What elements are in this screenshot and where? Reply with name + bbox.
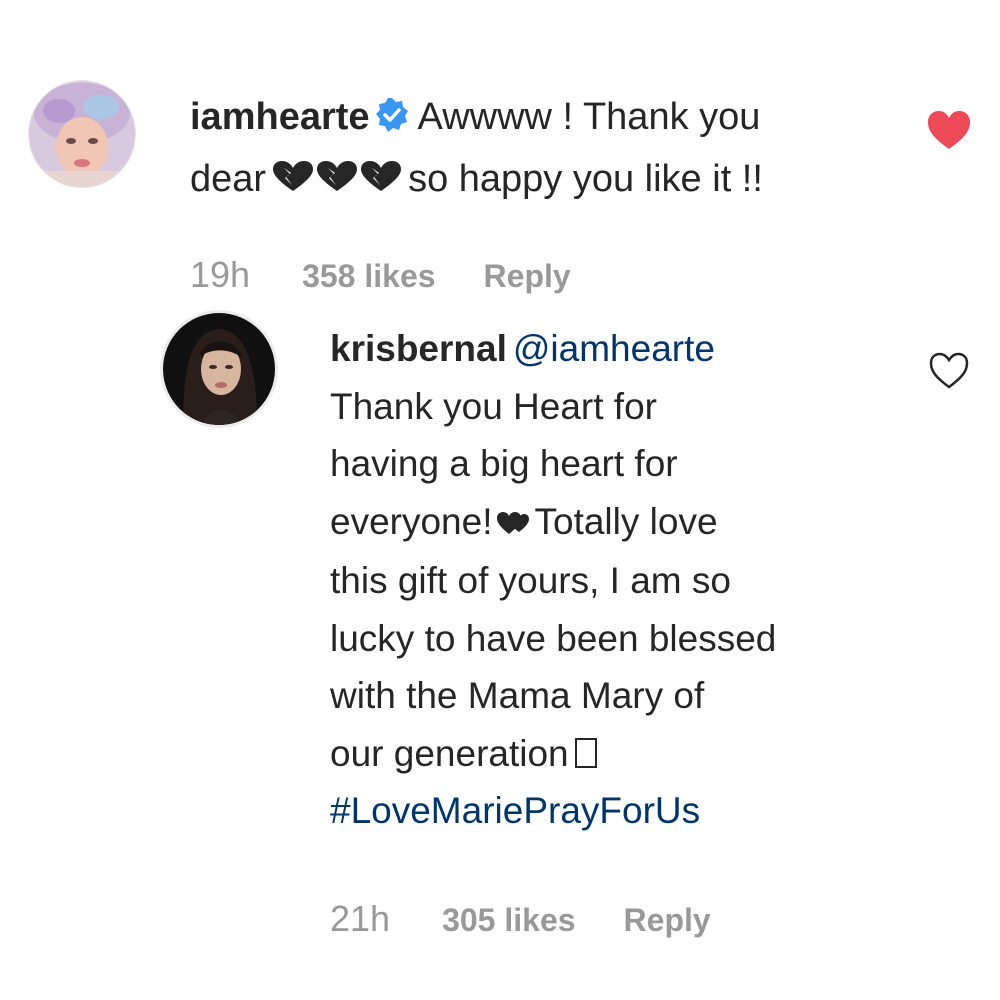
heart-filled-icon[interactable]: [926, 108, 972, 154]
comment-iamhearte: iamhearte Awwww ! Thank you dear so happ…: [0, 0, 1000, 320]
comment-line-2: dear so happy you like it !!: [190, 148, 890, 213]
reply-text: our generation: [330, 732, 569, 774]
missing-emoji-icon: [574, 737, 597, 768]
reply-line: Thank you Heart for: [330, 385, 657, 427]
comment-text-1: Awwww ! Thank you: [417, 96, 761, 138]
reply-button[interactable]: Reply: [484, 258, 571, 295]
reply-line: lucky to have been blessed: [330, 617, 777, 659]
reply-line: having a big heart for: [330, 443, 678, 484]
reply-meta: 21h 305 likes Reply: [330, 898, 759, 940]
likes-count[interactable]: 305 likes: [442, 902, 575, 939]
reply-krisbernal: krisbernal @iamhearte Thank you Heart for…: [0, 300, 1000, 1000]
comment-line-1: iamhearte Awwww ! Thank you: [190, 86, 890, 148]
reply-line-1: krisbernal @iamhearte: [330, 320, 900, 378]
reply-time[interactable]: 21h: [330, 898, 390, 940]
heart-outline-icon[interactable]: [928, 350, 970, 392]
username-krisbernal[interactable]: krisbernal: [330, 328, 507, 369]
hashtag-link[interactable]: #LoveMariePrayForUs: [330, 782, 900, 840]
reply-body: krisbernal @iamhearte Thank you Heart for…: [330, 320, 900, 840]
comment-time[interactable]: 19h: [190, 254, 250, 296]
reply-line-generation: our generation: [330, 725, 900, 783]
comment-text-2b: so happy you like it !!: [408, 158, 763, 200]
verified-badge-icon: [374, 90, 410, 132]
username-iamhearte[interactable]: iamhearte: [190, 96, 370, 138]
reply-button[interactable]: Reply: [624, 902, 711, 939]
reply-text: Totally love: [534, 500, 718, 542]
avatar-iamhearte[interactable]: [28, 80, 136, 188]
black-hearts-emoji: [272, 151, 402, 213]
reply-text: everyone!: [330, 500, 493, 542]
reply-line-everyone: everyone! Totally love: [330, 493, 900, 553]
mention-link[interactable]: @iamhearte: [513, 328, 715, 369]
reply-line: this gift of yours, I am so: [330, 560, 731, 601]
likes-count[interactable]: 358 likes: [302, 258, 435, 295]
avatar-krisbernal[interactable]: [160, 310, 278, 428]
comment-body: iamhearte Awwww ! Thank you dear so happ…: [190, 86, 890, 213]
reply-line: with the Mama Mary of: [330, 675, 705, 716]
comment-meta: 19h 358 likes Reply: [190, 254, 619, 296]
comment-text-2a: dear: [190, 158, 267, 200]
black-heart-emoji: [496, 495, 531, 553]
